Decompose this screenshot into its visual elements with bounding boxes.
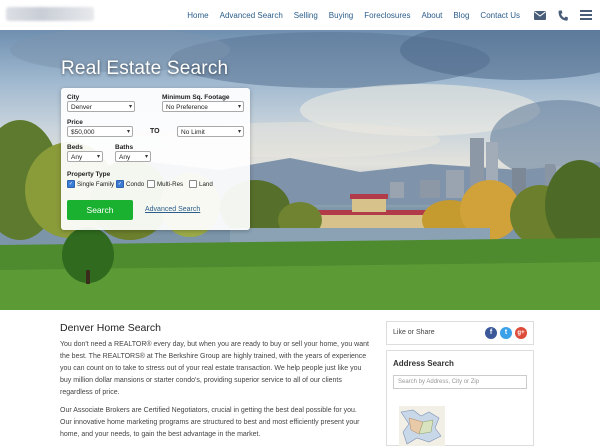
nav-buying[interactable]: Buying [329,11,353,20]
nav-home[interactable]: Home [187,11,208,20]
type-land-label: Land [199,180,213,188]
address-search-input[interactable]: Search by Address, City or Zip [393,375,527,389]
type-multi-res-label: Multi-Res [157,180,184,188]
share-box: Like or Share f t g+ [386,321,534,345]
menu-icon[interactable] [580,9,592,21]
intro-paragraph: You don't need a REALTOR® every day, but… [60,341,369,396]
site-logo[interactable] [6,7,94,21]
envelope-icon[interactable] [534,9,546,21]
search-panel: City Denver ▾ Minimum Sq. Footage No Pre… [61,88,250,230]
sqft-select[interactable]: No Preference ▾ [162,101,244,112]
twitter-icon[interactable]: t [500,327,512,339]
chevron-down-icon: ▾ [237,129,241,135]
price-min-select[interactable]: $50,000 ▾ [67,126,133,137]
brokers-paragraph: Our Associate Brokers are Certified Nego… [60,407,360,438]
checkbox-checked-icon: ✓ [116,180,124,188]
hero-banner: Real Estate Search City Denver ▾ Minimum… [0,30,600,310]
baths-select[interactable]: Any ▾ [115,151,151,162]
sqft-value: No Preference [166,104,208,111]
type-condo-label: Condo [126,180,145,188]
type-single-family-checkbox[interactable]: ✓ Single Family [67,180,114,188]
nav-selling[interactable]: Selling [294,11,318,20]
type-multi-res-checkbox[interactable]: Multi-Res [147,180,183,188]
chevron-down-icon: ▾ [128,104,132,110]
address-search-title: Address Search [393,359,454,368]
phone-icon[interactable] [557,9,569,21]
google-plus-icon[interactable]: g+ [515,327,527,339]
nav-links: Home Advanced Search Selling Buying Fore… [176,0,592,30]
beds-label: Beds [67,144,83,151]
nav-advanced-search[interactable]: Advanced Search [220,11,283,20]
type-land-checkbox[interactable]: Land [189,180,213,188]
chevron-down-icon: ▾ [237,104,241,110]
price-label: Price [67,119,83,126]
chevron-down-icon: ▾ [144,154,148,160]
city-value: Denver [71,104,92,111]
chevron-down-icon: ▾ [126,129,130,135]
property-type-label: Property Type [67,171,111,178]
map-thumbnail[interactable] [399,406,445,446]
baths-label: Baths [115,144,134,151]
checkbox-unchecked-icon [147,180,155,188]
page-heading: Denver Home Search [60,322,161,334]
city-select[interactable]: Denver ▾ [67,101,135,112]
nav-about[interactable]: About [422,11,443,20]
type-single-family-label: Single Family [77,180,115,188]
facebook-icon[interactable]: f [485,327,497,339]
nav-contact-us[interactable]: Contact Us [480,11,520,20]
address-search-box: Address Search Search by Address, City o… [386,350,534,446]
type-condo-checkbox[interactable]: ✓ Condo [116,180,144,188]
baths-value: Any [119,154,131,161]
price-max-select[interactable]: No Limit ▾ [177,126,244,137]
nav-blog[interactable]: Blog [453,11,469,20]
advanced-search-link[interactable]: Advanced Search [145,206,200,213]
price-max-value: No Limit [181,129,205,136]
main-content: Denver Home Search You don't need a REAL… [60,322,370,447]
sqft-label: Minimum Sq. Footage [162,94,230,101]
nav-foreclosures[interactable]: Foreclosures [364,11,410,20]
beds-value: Any [71,154,83,161]
search-button[interactable]: Search [67,200,133,220]
hero-title: Real Estate Search [61,58,229,79]
city-label: City [67,94,80,101]
top-navigation: Home Advanced Search Selling Buying Fore… [0,0,600,31]
checkbox-unchecked-icon [189,180,197,188]
price-min-value: $50,000 [71,129,95,136]
chevron-down-icon: ▾ [96,154,100,160]
beds-select[interactable]: Any ▾ [67,151,103,162]
checkbox-checked-icon: ✓ [67,180,75,188]
price-to-label: TO [150,128,160,135]
share-label: Like or Share [393,329,435,336]
